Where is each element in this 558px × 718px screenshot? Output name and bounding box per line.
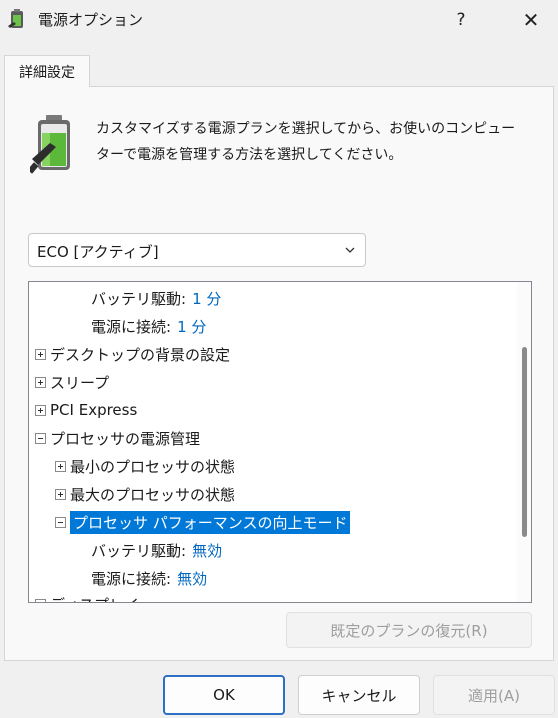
collapse-icon[interactable] (35, 432, 46, 444)
ok-button[interactable]: OK (163, 675, 285, 715)
tree-item-boost-mode[interactable]: プロセッサ パフォーマンスの向上モード (55, 508, 351, 536)
help-button[interactable]: ? (438, 4, 484, 36)
tree-item-battery[interactable]: バッテリ駆動: 1 分 (91, 284, 221, 312)
tree-scrollbar[interactable] (517, 282, 531, 602)
tree-item-label: プロセッサの電源管理 (50, 429, 201, 448)
expand-icon[interactable] (35, 348, 46, 360)
apply-button[interactable]: 適用(A) (433, 675, 555, 715)
tree-item-sleep[interactable]: スリープ (35, 368, 109, 396)
settings-tree[interactable]: バッテリ駆動: 1 分 電源に接続: 1 分 デスクトップの背景の設定 スリープ… (28, 281, 532, 603)
tree-item-label: PCI Express (50, 401, 138, 419)
tree-item-label: 最小のプロセッサの状態 (70, 457, 236, 476)
expand-icon[interactable] (35, 404, 46, 416)
apply-label: 適用(A) (468, 686, 520, 705)
close-icon: ✕ (522, 8, 540, 32)
tree-item-boost-battery[interactable]: バッテリ駆動: 無効 (91, 536, 222, 564)
tree-item-label: バッテリ駆動: (91, 289, 187, 308)
tree-item-display[interactable]: ディスプレイ (35, 590, 139, 603)
expand-icon[interactable] (35, 598, 46, 602)
tree-item-label: ディスプレイ (50, 594, 139, 603)
tree-item-value-link[interactable]: 無効 (177, 568, 207, 589)
tree-item-label-selected: プロセッサ パフォーマンスの向上モード (70, 510, 351, 534)
cancel-label: キャンセル (321, 686, 397, 705)
battery-plug-icon (30, 115, 70, 174)
tree-item-desktop-background[interactable]: デスクトップの背景の設定 (35, 340, 230, 368)
tree-item-value-link[interactable]: 1 分 (177, 316, 206, 337)
title-bar: 電源オプション ? ✕ (0, 0, 558, 40)
expand-icon[interactable] (55, 460, 66, 472)
power-plan-select[interactable]: ECO [アクティブ] (28, 233, 366, 267)
tree-item-label: バッテリ駆動: (91, 541, 187, 560)
tree-item-label: デスクトップの背景の設定 (50, 345, 231, 364)
description-line-1: カスタマイズする電源プランを選択してから、お使いのコンピュー (96, 121, 516, 137)
tree-item-boost-plugged-in[interactable]: 電源に接続: 無効 (91, 564, 207, 592)
tree-item-max-processor-state[interactable]: 最大のプロセッサの状態 (55, 480, 235, 508)
tree-item-processor-power[interactable]: プロセッサの電源管理 (35, 424, 200, 452)
tree-item-label: 電源に接続: (91, 569, 172, 588)
scrollbar-thumb[interactable] (522, 347, 527, 537)
tree-item-label: 電源に接続: (91, 317, 172, 336)
tab-advanced-settings[interactable]: 詳細設定 (4, 55, 90, 87)
tree-item-label: 最大のプロセッサの状態 (70, 485, 236, 504)
expand-icon[interactable] (35, 376, 46, 388)
tree-item-plugged-in[interactable]: 電源に接続: 1 分 (91, 312, 206, 340)
tree-item-min-processor-state[interactable]: 最小のプロセッサの状態 (55, 452, 235, 480)
tree-item-pci-express[interactable]: PCI Express (35, 396, 137, 424)
ok-label: OK (213, 686, 235, 704)
restore-defaults-button[interactable]: 既定のプランの復元(R) (286, 612, 532, 648)
restore-defaults-label: 既定のプランの復元(R) (330, 621, 488, 640)
expand-icon[interactable] (55, 488, 66, 500)
power-options-icon (8, 9, 23, 28)
tree-item-label: スリープ (50, 373, 110, 392)
description-text: カスタマイズする電源プランを選択してから、お使いのコンピュー ターで電源を管理す… (96, 116, 536, 168)
tree-item-value-link[interactable]: 1 分 (192, 288, 221, 309)
cancel-button[interactable]: キャンセル (298, 675, 420, 715)
close-button[interactable]: ✕ (508, 4, 554, 36)
collapse-icon[interactable] (55, 516, 66, 528)
power-plan-value: ECO [アクティブ] (37, 243, 159, 261)
window-title: 電源オプション (38, 11, 144, 29)
description-line-2: ターで電源を管理する方法を選択してください。 (96, 147, 403, 163)
tab-label: 詳細設定 (19, 64, 75, 81)
tree-item-value-link[interactable]: 無効 (192, 540, 222, 561)
help-icon: ? (456, 10, 466, 30)
chevron-down-icon (345, 247, 355, 253)
